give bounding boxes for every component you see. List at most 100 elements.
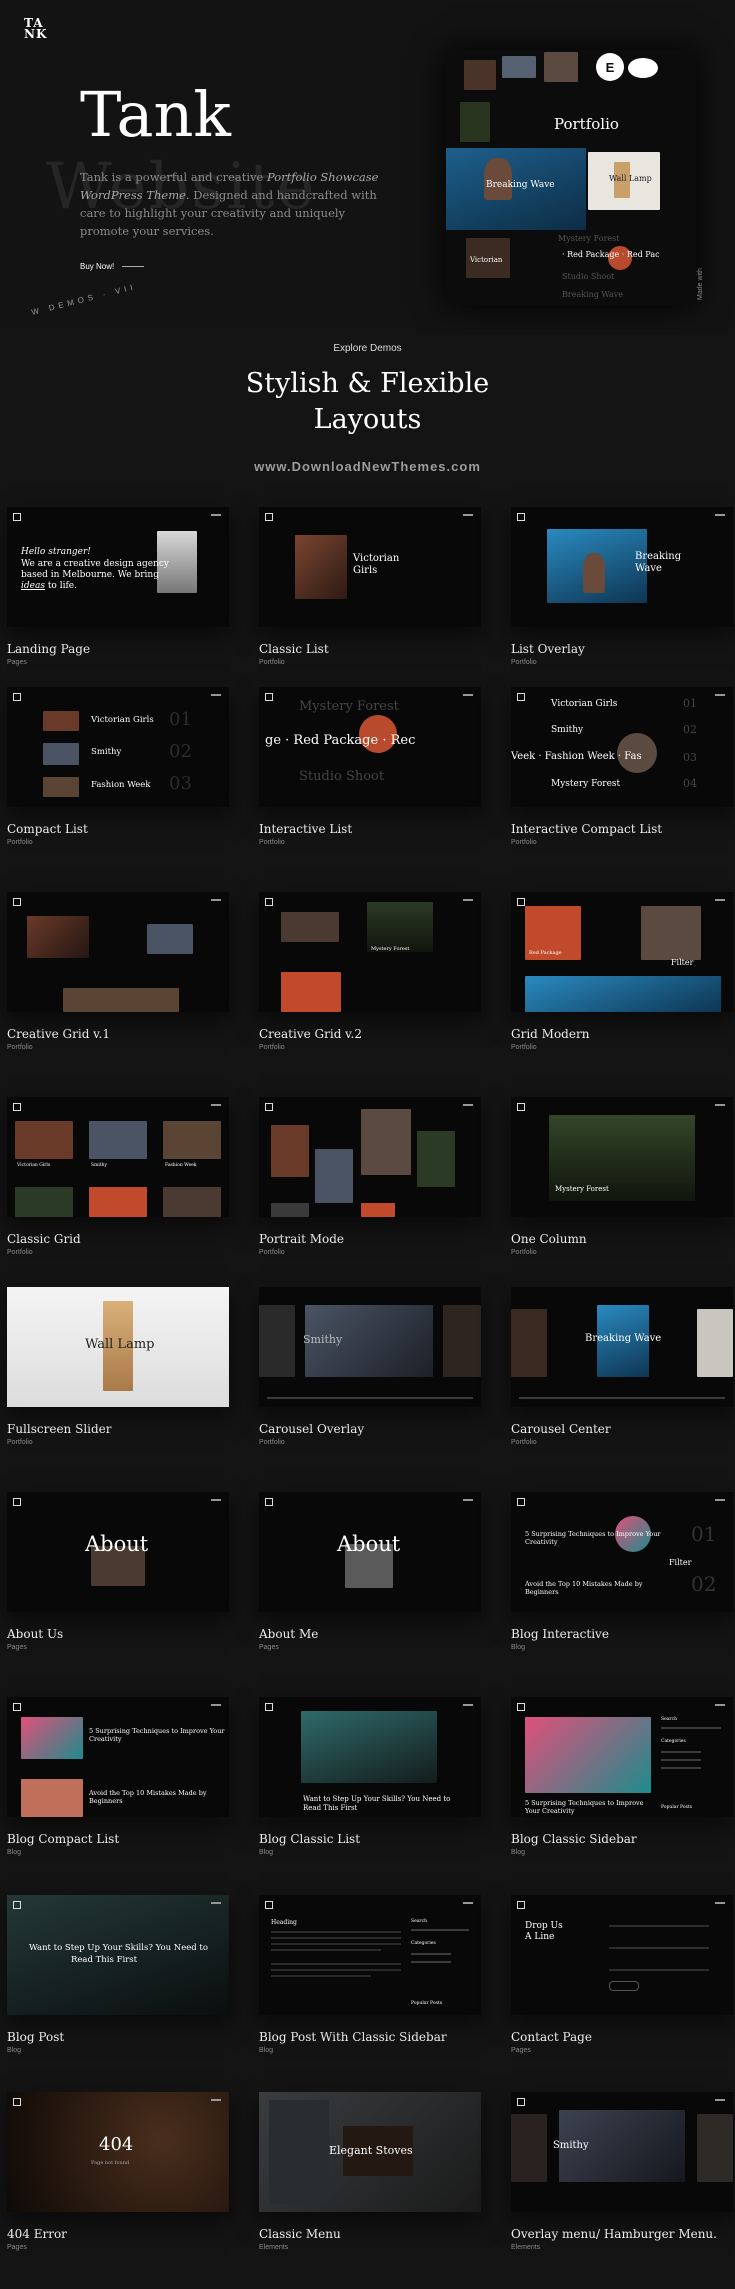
card-title[interactable]: Blog Classic Sidebar: [511, 1832, 733, 1846]
card-title[interactable]: Blog Compact List: [7, 1832, 229, 1846]
demo-thumbnail[interactable]: Red Package Filter: [511, 892, 733, 1012]
demo-card-blog-post[interactable]: Want to Step Up Your Skills? You Need to…: [7, 1895, 229, 2054]
demo-card-creative-grid-v2[interactable]: Mystery Forest Creative Grid v.2 Portfol…: [259, 892, 481, 1051]
demo-thumbnail[interactable]: Victorian Girls Smithy Fashion Week: [7, 1097, 229, 1217]
card-title[interactable]: Carousel Center: [511, 1422, 733, 1436]
demo-thumbnail[interactable]: 5 Surprising Techniques to Improve Your …: [511, 1697, 733, 1817]
demo-thumbnail[interactable]: [7, 892, 229, 1012]
demo-card-creative-grid-v1[interactable]: Creative Grid v.1 Portfolio: [7, 892, 229, 1051]
card-title[interactable]: Landing Page: [7, 642, 229, 656]
demo-card-blog-post-sidebar[interactable]: Heading Search Categories Popular Posts …: [259, 1895, 481, 2054]
card-title[interactable]: About Me: [259, 1627, 481, 1641]
card-title[interactable]: Grid Modern: [511, 1027, 733, 1041]
card-title[interactable]: About Us: [7, 1627, 229, 1641]
thumb-sidebar-text: Popular Posts: [661, 1805, 693, 1810]
demo-card-classic-grid[interactable]: Victorian Girls Smithy Fashion Week Clas…: [7, 1097, 229, 1256]
thumb-logo-icon: [517, 513, 525, 521]
card-category: Pages: [7, 659, 27, 666]
demo-thumbnail[interactable]: Smithy: [259, 1287, 481, 1407]
demo-card-404-error[interactable]: 404 Page not found 404 Error Pages: [7, 2092, 229, 2251]
demo-card-blog-compact-list[interactable]: 5 Surprising Techniques to Improve Your …: [7, 1697, 229, 1856]
demo-thumbnail[interactable]: Smithy: [511, 2092, 733, 2212]
demo-thumbnail[interactable]: About: [7, 1492, 229, 1612]
demo-card-list-overlay[interactable]: Breaking Wave List Overlay Portfolio: [511, 507, 733, 666]
demo-thumbnail[interactable]: Elegant Stoves: [259, 2092, 481, 2212]
demo-card-grid-modern[interactable]: Red Package Filter Grid Modern Portfolio: [511, 892, 733, 1051]
card-title[interactable]: Carousel Overlay: [259, 1422, 481, 1436]
demo-thumbnail[interactable]: Heading Search Categories Popular Posts: [259, 1895, 481, 2015]
card-title[interactable]: Blog Interactive: [511, 1627, 733, 1641]
thumb-text: Smithy: [553, 2140, 589, 2151]
demo-thumbnail[interactable]: Breaking Wave: [511, 1287, 733, 1407]
card-category: Portfolio: [7, 1044, 33, 1051]
card-title[interactable]: Creative Grid v.2: [259, 1027, 481, 1041]
demo-thumbnail[interactable]: Victorian Girls Smithy Fashion Week 01 0…: [7, 687, 229, 807]
thumb-photo: [315, 1149, 353, 1203]
card-title[interactable]: Classic Menu: [259, 2227, 481, 2241]
demo-thumbnail[interactable]: 5 Surprising Techniques to Improve Your …: [7, 1697, 229, 1817]
demo-thumbnail[interactable]: About: [259, 1492, 481, 1612]
demo-thumbnail[interactable]: [259, 1097, 481, 1217]
card-title[interactable]: Portrait Mode: [259, 1232, 481, 1246]
demo-thumbnail[interactable]: Want to Step Up Your Skills? You Need to…: [259, 1697, 481, 1817]
thumb-text: Avoid the Top 10 Mistakes Made by: [89, 1789, 207, 1797]
demo-thumbnail[interactable]: Want to Step Up Your Skills? You Need to…: [7, 1895, 229, 2015]
demo-card-classic-menu[interactable]: Elegant Stoves Classic Menu Elements: [259, 2092, 481, 2251]
demo-thumbnail[interactable]: Wall Lamp: [7, 1287, 229, 1407]
demo-card-interactive-list[interactable]: Mystery Forest ge · Red Package · Rec St…: [259, 687, 481, 846]
demo-card-about-me[interactable]: About About Me Pages: [259, 1492, 481, 1651]
thumb-text: Mystery Forest: [299, 699, 399, 714]
demo-card-overlay-menu[interactable]: Smithy Overlay menu/ Hamburger Menu. Ele…: [511, 2092, 733, 2251]
card-title[interactable]: Overlay menu/ Hamburger Menu.: [511, 2227, 733, 2241]
demo-card-carousel-center[interactable]: Breaking Wave Carousel Center Portfolio: [511, 1287, 733, 1446]
demo-card-blog-classic-sidebar[interactable]: 5 Surprising Techniques to Improve Your …: [511, 1697, 733, 1856]
card-title[interactable]: Classic Grid: [7, 1232, 229, 1246]
demo-card-about-us[interactable]: About About Us Pages: [7, 1492, 229, 1651]
thumb-text: Victorian Girls: [91, 715, 154, 725]
demo-thumbnail[interactable]: Victorian Girls Smithy Veek · Fashion We…: [511, 687, 733, 807]
thumb-number: 01: [683, 697, 697, 710]
card-title[interactable]: List Overlay: [511, 642, 733, 656]
card-title[interactable]: Blog Post With Classic Sidebar: [259, 2030, 481, 2044]
demo-thumbnail[interactable]: Drop Us A Line: [511, 1895, 733, 2015]
demo-thumbnail[interactable]: 404 Page not found: [7, 2092, 229, 2212]
card-title[interactable]: One Column: [511, 1232, 733, 1246]
demo-card-landing-page[interactable]: Hello stranger! We are a creative design…: [7, 507, 229, 666]
hero-section: TA NK Website Tank Tank is a powerful and…: [0, 0, 735, 335]
demo-card-blog-classic-list[interactable]: Want to Step Up Your Skills? You Need to…: [259, 1697, 481, 1856]
thumb-photo: [511, 1309, 547, 1377]
card-title[interactable]: Creative Grid v.1: [7, 1027, 229, 1041]
demo-thumbnail[interactable]: Mystery Forest ge · Red Package · Rec St…: [259, 687, 481, 807]
card-title[interactable]: Classic List: [259, 642, 481, 656]
card-title[interactable]: Blog Classic List: [259, 1832, 481, 1846]
demo-thumbnail[interactable]: Breaking Wave: [511, 507, 733, 627]
demo-card-fullscreen-slider[interactable]: Wall Lamp Fullscreen Slider Portfolio: [7, 1287, 229, 1446]
card-title[interactable]: Interactive Compact List: [511, 822, 733, 836]
buy-now-button[interactable]: Buy Now!: [80, 262, 145, 271]
demo-thumbnail[interactable]: Mystery Forest: [259, 892, 481, 1012]
thumb-photo: [361, 1109, 411, 1175]
demo-thumbnail[interactable]: Hello stranger! We are a creative design…: [7, 507, 229, 627]
demo-card-blog-interactive[interactable]: 5 Surprising Techniques to Improve Your …: [511, 1492, 733, 1651]
demo-card-one-column[interactable]: Mystery Forest One Column Portfolio: [511, 1097, 733, 1256]
card-title[interactable]: Compact List: [7, 822, 229, 836]
demo-thumbnail[interactable]: 5 Surprising Techniques to Improve Your …: [511, 1492, 733, 1612]
hero-description: Tank is a powerful and creative Portfoli…: [80, 170, 379, 238]
card-title[interactable]: 404 Error: [7, 2227, 229, 2241]
card-title[interactable]: Blog Post: [7, 2030, 229, 2044]
thumb-menu-icon: [715, 1499, 725, 1501]
demo-card-classic-list[interactable]: Victorian Girls Classic List Portfolio: [259, 507, 481, 666]
demo-thumbnail[interactable]: Mystery Forest: [511, 1097, 733, 1217]
card-title[interactable]: Contact Page: [511, 2030, 733, 2044]
card-title[interactable]: Interactive List: [259, 822, 481, 836]
demo-thumbnail[interactable]: Victorian Girls: [259, 507, 481, 627]
demo-card-carousel-overlay[interactable]: Smithy Carousel Overlay Portfolio: [259, 1287, 481, 1446]
thumb-logo-icon: [13, 1703, 21, 1711]
demo-card-portrait-mode[interactable]: Portrait Mode Portfolio: [259, 1097, 481, 1256]
tank-logo[interactable]: TA NK: [24, 17, 47, 40]
thumb-text: ge · Red Package · Rec: [265, 733, 416, 748]
demo-card-compact-list[interactable]: Victorian Girls Smithy Fashion Week 01 0…: [7, 687, 229, 846]
demo-card-contact-page[interactable]: Drop Us A Line Contact Page Pages: [511, 1895, 733, 2054]
card-title[interactable]: Fullscreen Slider: [7, 1422, 229, 1436]
demo-card-interactive-compact-list[interactable]: Victorian Girls Smithy Veek · Fashion We…: [511, 687, 733, 846]
